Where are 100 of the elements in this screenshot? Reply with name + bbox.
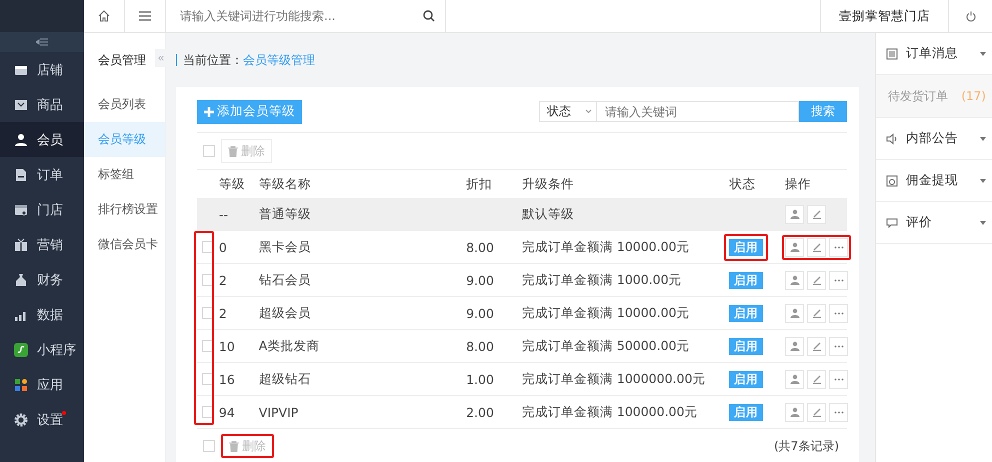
- table-cell-text: 完成订单金额满 10000.00元: [522, 304, 691, 322]
- caret-icon: [980, 178, 986, 182]
- record-count: (共7条记录): [774, 438, 840, 454]
- table-cell-text: 超级会员: [258, 304, 312, 322]
- sidebar-item[interactable]: 数据: [0, 297, 84, 332]
- more-button[interactable]: [829, 304, 848, 322]
- more-icon: [834, 344, 844, 348]
- sidebar-item[interactable]: 订单: [0, 157, 84, 192]
- members-button[interactable]: [785, 304, 804, 322]
- submenu-item[interactable]: 排行榜设置: [84, 192, 165, 227]
- speaker-icon: [886, 132, 898, 144]
- table-cell-text: 超级钻石: [258, 370, 312, 388]
- row-checkbox[interactable]: [202, 373, 214, 385]
- sidebar-label: 店铺: [37, 62, 63, 78]
- table-cell: 2.00: [466, 404, 494, 420]
- pencil-icon: [812, 374, 822, 384]
- table-cell-text: 94: [218, 404, 236, 420]
- members-button[interactable]: [785, 402, 804, 422]
- table-cell-text: 10: [218, 338, 236, 354]
- table-cell-text: 2: [218, 272, 228, 288]
- row-checkbox[interactable]: [202, 406, 214, 418]
- table-cell-text: 完成订单金额满 50000.00元: [522, 338, 691, 354]
- sidebar-item[interactable]: 商品: [0, 87, 84, 122]
- user-icon: [790, 209, 800, 219]
- collapse-icon: [36, 38, 48, 46]
- panel-section-header[interactable]: 内部公告: [876, 118, 992, 160]
- row-checkbox[interactable]: [202, 307, 214, 319]
- sidebar-item[interactable]: 营销: [0, 227, 84, 262]
- table-cell-text: 完成订单金额满 1000.00元: [522, 272, 683, 288]
- select-all-checkbox[interactable]: [203, 440, 215, 452]
- panel-section-header[interactable]: 评价: [876, 202, 992, 244]
- table-cell-text: 0: [218, 240, 228, 254]
- more-icon: [834, 378, 844, 380]
- pencil-icon: [812, 407, 822, 417]
- sidebar-item[interactable]: 应用: [0, 367, 84, 402]
- row-checkbox[interactable]: [202, 274, 214, 286]
- table-cell: 9.00: [466, 306, 494, 320]
- members-button[interactable]: [785, 336, 804, 356]
- menu-icon: [139, 11, 151, 21]
- row-checkbox[interactable]: [202, 241, 214, 253]
- table-cell: 8.00: [466, 338, 494, 354]
- more-button[interactable]: [829, 238, 848, 256]
- panel-section-header[interactable]: 佣金提现: [876, 160, 992, 202]
- sidebar-label: 门店: [37, 202, 63, 218]
- edit-button[interactable]: [807, 370, 826, 388]
- more-button[interactable]: [829, 270, 848, 290]
- panel-section-title: 评价: [906, 214, 933, 231]
- column-header: 折扣: [466, 176, 494, 192]
- submenu-item[interactable]: 微信会员卡: [84, 227, 165, 262]
- user-icon: [790, 341, 800, 351]
- box-icon: [14, 98, 28, 112]
- members-button[interactable]: [785, 204, 804, 224]
- members-button[interactable]: [785, 270, 804, 290]
- shop-icon: [14, 202, 28, 216]
- edit-button[interactable]: [807, 238, 826, 256]
- more-button[interactable]: [829, 370, 848, 388]
- members-button[interactable]: [785, 238, 804, 256]
- more-icon: [834, 312, 844, 314]
- user-icon: [790, 374, 800, 384]
- sidebar-item[interactable]: 门店: [0, 192, 84, 227]
- edit-button[interactable]: [807, 304, 826, 322]
- panel-item-label: 待发货订单: [888, 88, 948, 104]
- power-icon: [966, 10, 976, 22]
- caret-icon: [980, 220, 986, 224]
- sidebar-item[interactable]: 设置: [0, 402, 84, 437]
- more-button[interactable]: [829, 336, 848, 356]
- sidebar-item[interactable]: 店铺: [0, 52, 84, 87]
- pencil-icon: [812, 341, 822, 351]
- caret-icon: [980, 136, 986, 140]
- edit-button[interactable]: [807, 204, 826, 224]
- sidebar-item[interactable]: 小程序: [0, 332, 84, 367]
- edit-button[interactable]: [807, 402, 826, 422]
- more-icon: [834, 278, 844, 282]
- home-icon: [98, 10, 110, 22]
- submenu-item[interactable]: 标签组: [84, 157, 165, 192]
- pencil-icon: [812, 242, 822, 252]
- table-cell-text: 2: [218, 306, 228, 320]
- column-header: 等级名称: [258, 176, 312, 192]
- submenu-item[interactable]: 会员列表: [84, 87, 165, 122]
- breadcrumb-label: 当前位置：: [183, 52, 243, 68]
- edit-button[interactable]: [807, 270, 826, 290]
- sidebar-label: 财务: [37, 272, 63, 288]
- sidebar-label: 营销: [37, 236, 63, 254]
- more-button[interactable]: [829, 402, 848, 422]
- select-all-checkbox[interactable]: [203, 145, 215, 157]
- sidebar-item[interactable]: 会员: [0, 122, 84, 157]
- table-cell: 9.00: [466, 272, 494, 288]
- list-icon: [886, 48, 898, 60]
- sidebar-label: 数据: [37, 306, 63, 324]
- table-cell: 8.00: [466, 240, 494, 254]
- sidebar-collapse-button[interactable]: [0, 32, 84, 52]
- row-checkbox[interactable]: [202, 340, 214, 352]
- table-cell-text: VIPVIP: [258, 404, 300, 420]
- status-dropdown[interactable]: 状态: [539, 101, 597, 122]
- edit-button[interactable]: [807, 336, 826, 356]
- table-cell-text: 16: [218, 372, 236, 386]
- column-header: 状态: [729, 176, 756, 192]
- keyword-field[interactable]: 请输入关键词: [597, 101, 799, 122]
- members-button[interactable]: [785, 370, 804, 388]
- sidebar-item[interactable]: 财务: [0, 262, 84, 297]
